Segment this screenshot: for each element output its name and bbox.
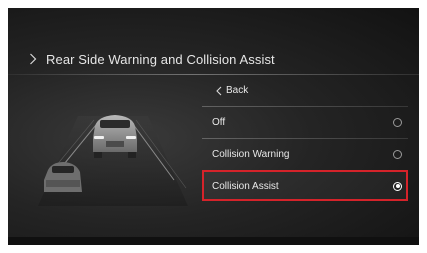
radio-button-icon[interactable] xyxy=(393,149,402,159)
infotainment-screen: Rear Side Warning and Collision Assist B… xyxy=(8,8,419,245)
chevron-left-icon xyxy=(216,86,222,96)
radio-button-icon[interactable] xyxy=(393,117,402,127)
option-collision-warning[interactable]: Collision Warning xyxy=(202,139,408,170)
option-off[interactable]: Off xyxy=(202,107,408,138)
rear-side-illustration xyxy=(38,96,188,206)
page-header: Rear Side Warning and Collision Assist xyxy=(8,48,419,70)
chevron-right-icon xyxy=(26,52,40,66)
screen-bottom-edge xyxy=(8,237,419,245)
page-title: Rear Side Warning and Collision Assist xyxy=(46,51,275,67)
option-label: Off xyxy=(212,117,226,128)
selection-highlight-box xyxy=(202,170,408,201)
option-label: Collision Warning xyxy=(212,149,290,160)
back-label: Back xyxy=(226,85,249,96)
back-button[interactable]: Back xyxy=(202,75,408,106)
